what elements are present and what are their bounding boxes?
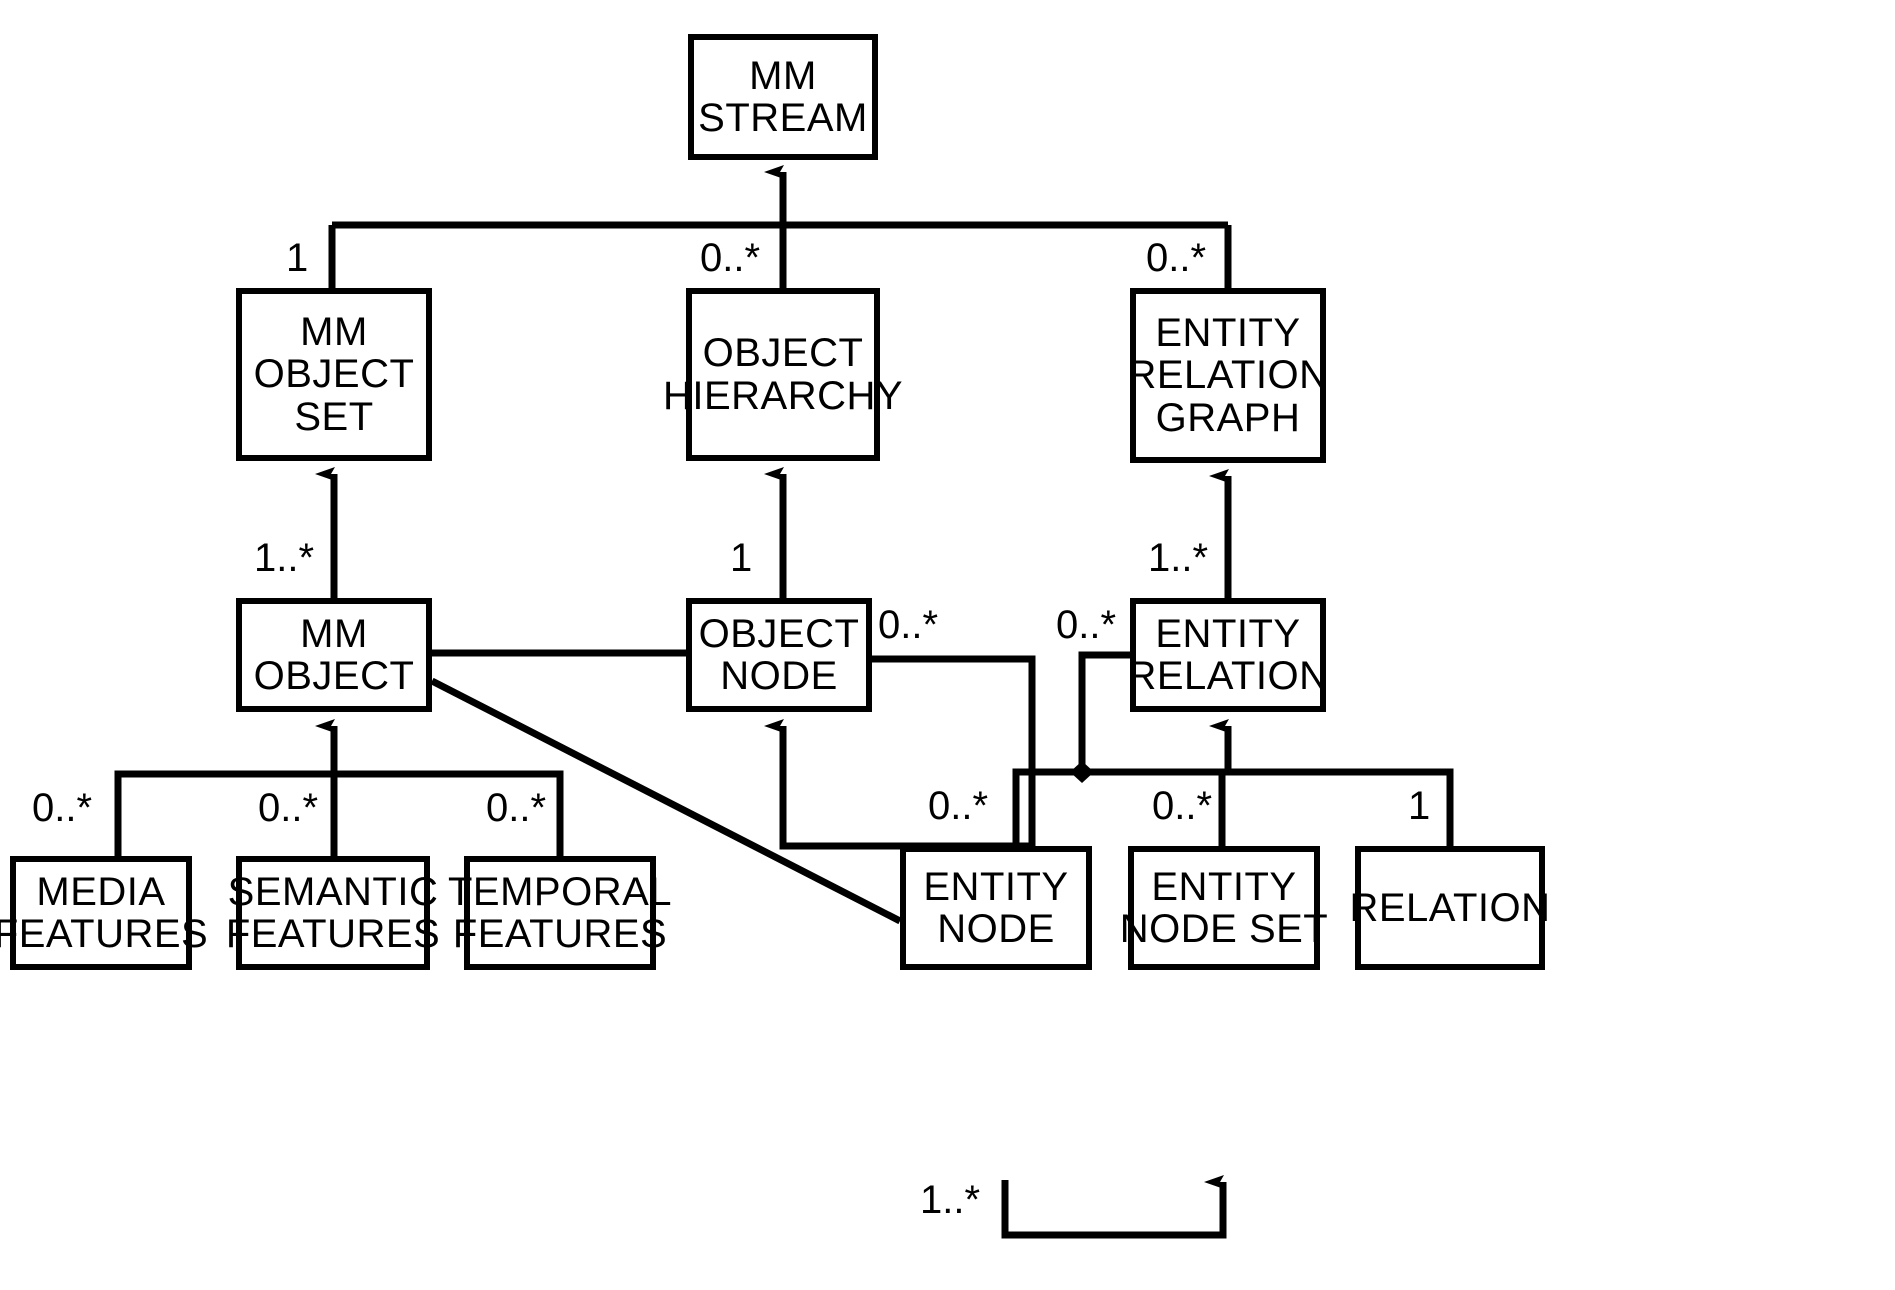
class-box-relation[interactable]: RELATION (1349, 846, 1550, 970)
class-box-label: RELATION (1349, 885, 1551, 930)
class-box-label: OBJECT (253, 654, 415, 698)
diagram-canvas: MM STREAM MM OBJECT SET OBJECT HIERARCHY ENTITY… (0, 0, 1895, 1290)
multiplicity-label-mult-mm-object-to-set: 1..* (254, 536, 315, 580)
class-box-label: RELATION (1127, 654, 1329, 698)
multiplicity-label-mult-entity-node-set: 0..* (1152, 784, 1213, 828)
class-box-label: ENTITY (1155, 611, 1301, 656)
multiplicity-label-mult-mm-object-set-to-stream: 1 (286, 236, 309, 280)
class-box-label: ENTITY (1155, 310, 1301, 355)
class-box-mm-object-set[interactable]: MM OBJECT SET (236, 288, 432, 461)
class-box-label: MM (749, 53, 817, 98)
class-box-label: MM (300, 611, 368, 656)
connector-entity-bus (1012, 768, 1454, 846)
class-box-label: SEMANTIC (227, 869, 439, 914)
class-box-label: RELATION (1127, 353, 1329, 398)
multiplicity-label-mult-erg-to-stream: 0..* (1146, 236, 1207, 280)
class-box-label: NODE SET (1119, 907, 1329, 951)
class-box-label: HIERARCHY (662, 373, 904, 418)
class-box-label: FEATURES (452, 912, 668, 956)
multiplicity-label-mult-entity-node: 0..* (928, 784, 989, 828)
class-box-label: SET (294, 394, 374, 439)
class-box-entity-node[interactable]: ENTITY NODE (900, 846, 1092, 970)
class-box-label: NODE (937, 907, 1055, 951)
multiplicity-label-mult-object-hierarchy-to-stream: 0..* (700, 236, 761, 280)
class-box-entity-node-set[interactable]: ENTITY NODE SET (1120, 846, 1328, 970)
class-box-semantic-features[interactable]: SEMANTIC FEATURES (226, 856, 440, 970)
class-box-label: ENTITY (1151, 864, 1297, 909)
multiplicity-label-mult-relation: 1 (1408, 784, 1431, 828)
class-box-label: MM (300, 309, 368, 354)
aggregation-diamond-icon (1070, 761, 1094, 783)
class-box-entity-relation-graph[interactable]: ENTITY RELATION GRAPH (1127, 288, 1329, 463)
class-box-object-node[interactable]: OBJECT NODE (686, 598, 872, 712)
multiplicity-label-mult-entity-relation-left: 0..* (1056, 603, 1117, 647)
class-box-label: MEDIA (36, 869, 166, 914)
class-box-label: OBJECT (253, 352, 415, 397)
connector-entity-node-to-entity-node-set (1001, 1175, 1227, 1239)
class-box-label: FEATURES (225, 912, 441, 956)
class-box-label: GRAPH (1155, 395, 1301, 440)
multiplicity-label-mult-object-node-self: 0..* (878, 603, 939, 647)
multiplicity-label-mult-entity-relation-to-erg: 1..* (1148, 536, 1209, 580)
connector-entity-relation-left-stub (1078, 651, 1130, 772)
class-box-label: FEATURES (0, 912, 209, 956)
class-box-label: TEMPORAL (447, 869, 673, 914)
multiplicity-label-mult-entity-node-to-node-set: 1..* (920, 1178, 981, 1222)
class-box-label: STREAM (698, 96, 868, 140)
class-box-label: ENTITY (923, 864, 1069, 909)
class-box-object-hierarchy[interactable]: OBJECT HIERARCHY (663, 288, 903, 461)
multiplicity-label-mult-media-features: 0..* (32, 786, 93, 830)
class-box-temporal-features[interactable]: TEMPORAL FEATURES (448, 856, 672, 970)
class-box-mm-stream[interactable]: MM STREAM (688, 34, 878, 160)
class-box-label: NODE (720, 654, 838, 698)
class-box-entity-relation[interactable]: ENTITY RELATION (1127, 598, 1329, 712)
class-box-media-features[interactable]: MEDIA FEATURES (0, 856, 208, 970)
multiplicity-label-mult-semantic-features: 0..* (258, 786, 319, 830)
multiplicity-label-mult-temporal-features: 0..* (486, 786, 547, 830)
class-box-mm-object[interactable]: MM OBJECT (236, 598, 432, 712)
class-box-label: OBJECT (698, 611, 860, 656)
multiplicity-label-mult-object-node-to-hierarchy: 1 (730, 536, 753, 580)
class-box-label: OBJECT (702, 331, 864, 376)
